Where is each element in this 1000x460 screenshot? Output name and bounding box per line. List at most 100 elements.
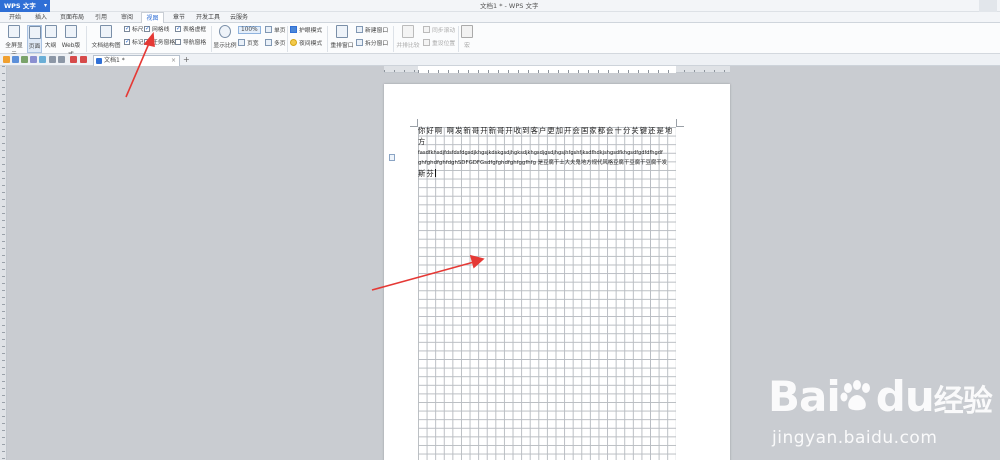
document-page[interactable]: 你好啊 啊发新哥开新哥开收到客户更加开会国家都会十分关键还是地方 fasdfkh… — [384, 84, 730, 460]
ruler-label: 标尺 — [132, 27, 144, 33]
table-gridlines-checkbox[interactable]: 表格虚框 — [175, 24, 207, 35]
new-window-button[interactable]: 新建窗口 — [356, 26, 388, 35]
web-layout-button[interactable]: Web版式 — [59, 25, 83, 58]
eye-protect-button[interactable]: 护眼模式 — [290, 26, 322, 35]
baidu-jingyan-watermark: Bai du经验 jingyan.baidu.com — [758, 360, 1000, 460]
full-screen-icon — [8, 25, 20, 38]
margin-corner-mark — [676, 119, 684, 127]
zoom-100-button[interactable]: 100% — [238, 26, 261, 35]
redo-icon[interactable] — [58, 56, 65, 63]
split-window-icon — [356, 39, 363, 46]
magnifier-icon — [219, 25, 231, 38]
gridlines-checkbox[interactable]: 网格线 — [144, 24, 170, 35]
full-screen-button[interactable]: 全屏显示 — [3, 25, 25, 58]
web-layout-icon — [65, 25, 77, 38]
tab-view[interactable]: 视图 — [141, 12, 164, 23]
ruler-work-area[interactable] — [418, 66, 676, 73]
page-view-button[interactable]: 页面 — [27, 25, 42, 53]
zoom-ratio-button[interactable]: 显示比例 — [213, 25, 237, 53]
divider — [458, 26, 459, 52]
nav-pane-checkbox[interactable]: 导航窗格 — [175, 39, 206, 48]
single-page-button[interactable]: 单页 — [265, 26, 286, 35]
task-pane-checkbox[interactable]: 任务窗格 — [144, 39, 175, 48]
zoom-value: 100% — [238, 26, 261, 34]
sync-scroll-label: 同步滚动 — [432, 28, 456, 34]
side-by-side-button[interactable]: 并排比较 — [396, 25, 420, 53]
watermark-brand-tail: du — [875, 372, 935, 421]
wps-logo-icon[interactable] — [80, 56, 87, 63]
watermark-brand: Bai — [768, 372, 841, 421]
undo-icon[interactable] — [49, 56, 56, 63]
tab-references[interactable]: 引用 — [90, 12, 112, 23]
horizontal-ruler[interactable] — [384, 66, 730, 73]
split-window-button[interactable]: 拆分窗口 — [356, 39, 388, 48]
outline-icon — [44, 25, 57, 38]
customize-icon[interactable] — [70, 56, 77, 63]
zoom-ratio-label: 显示比例 — [213, 43, 237, 49]
margin-corner-mark — [410, 119, 418, 127]
page-view-label: 页面 — [28, 44, 41, 50]
document-body[interactable]: 你好啊 啊发新哥开新哥开收到客户更加开会国家都会十分关键还是地方 fasdfkh… — [418, 126, 676, 180]
document-line: ghfghdfghfdghSDFGDFGsdfgfghdfghfggfhfg 是… — [418, 160, 668, 167]
app-name: WPS 文字 — [4, 2, 36, 10]
sync-scroll-button[interactable]: 同步滚动 — [423, 26, 455, 35]
add-tab-button[interactable]: + — [183, 54, 190, 66]
tab-page-layout[interactable]: 页面布局 — [56, 12, 88, 23]
document-tab[interactable]: 文档1 * × — [93, 55, 180, 66]
save-icon[interactable] — [12, 56, 19, 63]
multi-page-icon — [265, 39, 272, 46]
macro-icon — [461, 25, 473, 38]
watermark-cn: 经验 — [933, 384, 993, 419]
tab-home[interactable]: 开始 — [4, 12, 26, 23]
document-line: 你好啊 啊发新哥开新哥开收到客户更加开会国家都会十分关键还是地方 — [418, 126, 674, 146]
document-tab-title: 文档1 * — [104, 57, 125, 64]
divider — [211, 26, 212, 52]
ruler-checkbox[interactable]: 标尺 — [124, 24, 144, 35]
print-icon[interactable] — [30, 56, 37, 63]
macro-button[interactable]: 宏 — [460, 25, 474, 53]
outline-button[interactable]: 大纲 — [43, 25, 58, 53]
export-icon[interactable] — [21, 56, 28, 63]
paragraph-layout-icon[interactable] — [389, 154, 395, 161]
close-tab-icon[interactable]: × — [171, 56, 176, 66]
title-bar: WPS 文字 ▾ 文档1 * - WPS 文字 — [0, 0, 1000, 12]
tab-sections[interactable]: 章节 — [168, 12, 190, 23]
tab-insert[interactable]: 插入 — [30, 12, 52, 23]
reset-position-label: 重设位置 — [432, 41, 456, 47]
window-control[interactable] — [979, 0, 997, 12]
window-title: 文档1 * - WPS 文字 — [480, 2, 539, 10]
tab-developer[interactable]: 开发工具 — [192, 12, 224, 23]
watermark-logo: Bai du经验 — [768, 372, 993, 421]
page-width-label: 页宽 — [247, 41, 259, 47]
app-menu-button[interactable]: WPS 文字 ▾ — [0, 0, 50, 12]
checkbox-icon — [144, 39, 150, 45]
paw-icon — [840, 380, 870, 411]
rearrange-window-label: 重排窗口 — [330, 43, 354, 49]
night-mode-button[interactable]: 夜间模式 — [290, 39, 322, 48]
rearrange-window-button[interactable]: 重排窗口 — [330, 25, 354, 53]
single-page-label: 单页 — [274, 28, 286, 34]
tab-cloud[interactable]: 云服务 — [226, 12, 252, 23]
text-caret — [434, 169, 436, 178]
outline-label: 大纲 — [44, 43, 57, 49]
quick-access-bar: 文档1 * × + — [0, 54, 1000, 66]
open-folder-icon[interactable] — [3, 56, 10, 63]
single-page-icon — [265, 26, 272, 33]
doc-structure-icon — [100, 25, 112, 38]
multi-page-label: 多页 — [274, 41, 286, 47]
chevron-down-icon: ▾ — [43, 2, 47, 9]
doc-structure-button[interactable]: 文档结构图 — [89, 25, 123, 53]
vertical-ruler[interactable] — [0, 66, 7, 460]
tab-review[interactable]: 审阅 — [116, 12, 138, 23]
page-view-icon — [28, 26, 41, 39]
page-width-button[interactable]: 页宽 — [238, 39, 259, 48]
table-gridlines-label: 表格虚框 — [183, 27, 207, 33]
markup-checkbox[interactable]: 标记 — [124, 37, 144, 48]
multi-page-button[interactable]: 多页 — [265, 39, 286, 48]
print-preview-icon[interactable] — [39, 56, 46, 63]
ribbon-view: 全屏显示 页面 大纲 Web版式 文档结构图 标尺 网格线 标记 任务窗格 表格… — [0, 23, 1000, 58]
reset-position-button[interactable]: 重设位置 — [423, 39, 455, 48]
gridlines-label: 网格线 — [152, 27, 170, 33]
eye-protect-label: 护眼模式 — [299, 28, 323, 34]
side-by-side-icon — [402, 25, 414, 38]
